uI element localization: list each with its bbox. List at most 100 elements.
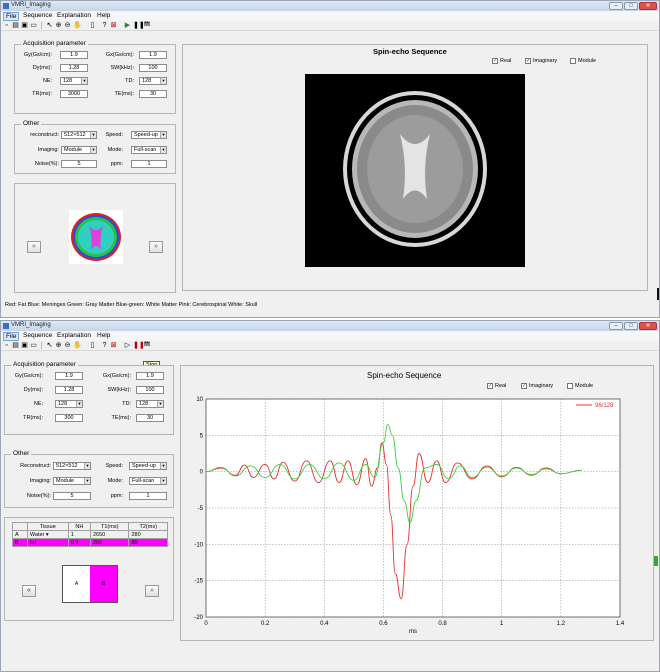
pan-icon[interactable]: ✋ <box>73 22 82 29</box>
menu-file[interactable]: File <box>3 12 20 21</box>
zoom-out-icon[interactable]: ⊖ <box>64 342 71 349</box>
ppm-input[interactable]: 1 <box>131 160 167 168</box>
sw-input[interactable]: 100 <box>139 64 167 72</box>
pointer-icon[interactable]: ↖ <box>46 22 53 29</box>
td-select[interactable]: 128 ▼ <box>139 77 167 85</box>
maximize-button[interactable]: □ <box>624 2 638 10</box>
help-icon[interactable]: ? <box>101 22 108 29</box>
acquisition-title: Acquisition parameter <box>11 361 78 368</box>
dy-input[interactable]: 1.28 <box>55 386 83 394</box>
nh-cell[interactable]: 0.9 <box>67 538 91 547</box>
table-row[interactable]: B fat 0.9 260 80 <box>12 538 168 547</box>
table-row[interactable]: A Water ▾ 1 2650 280 <box>12 530 168 539</box>
gy-input[interactable]: 1.9 <box>55 372 83 380</box>
page-icon[interactable]: ▯ <box>89 22 96 29</box>
mode-select[interactable]: Full-scan ▼ <box>129 477 167 485</box>
minimize-button[interactable]: – <box>609 322 623 330</box>
minimize-button[interactable]: – <box>609 2 623 10</box>
new-icon[interactable]: ▫ <box>3 22 10 29</box>
help-icon[interactable]: ? <box>101 342 108 349</box>
menu-sequence[interactable]: Sequence <box>21 12 54 19</box>
reconstruct-select[interactable]: 512×512 ▼ <box>61 131 97 139</box>
run-icon[interactable]: ▷ <box>124 342 131 349</box>
imaginary-checkbox[interactable]: ✓ Imaginary <box>521 383 553 389</box>
menu-help[interactable]: Help <box>95 332 112 339</box>
open-icon[interactable]: ▤ <box>12 342 19 349</box>
next-button[interactable]: » <box>149 241 163 253</box>
gx-input[interactable]: 1.9 <box>139 51 167 59</box>
next-button[interactable]: » <box>145 585 159 597</box>
t1-cell[interactable]: 2650 <box>89 530 130 539</box>
close-button[interactable]: ✕ <box>639 2 657 10</box>
pointer-icon[interactable]: ↖ <box>46 342 53 349</box>
reconstruct-select[interactable]: 512×512 ▼ <box>53 462 91 470</box>
real-checkbox[interactable]: ✓ Real <box>492 58 511 64</box>
stop-icon[interactable]: ❚❚ <box>133 342 145 349</box>
fft-button[interactable]: fft <box>142 342 152 349</box>
t1-cell[interactable]: 260 <box>89 538 130 547</box>
chevron-down-icon: ▼ <box>76 401 82 407</box>
app-icon <box>3 3 9 9</box>
new-icon[interactable]: ▫ <box>3 342 10 349</box>
x-tick-label: 1.4 <box>616 621 625 627</box>
save-icon[interactable]: ▣ <box>21 342 28 349</box>
close-button[interactable]: ✕ <box>639 322 657 330</box>
imaging-select[interactable]: Module ▼ <box>53 477 91 485</box>
speed-select[interactable]: Speed-up ▼ <box>129 462 167 470</box>
imaging-select[interactable]: Module ▼ <box>61 146 97 154</box>
ne-select[interactable]: 128 ▼ <box>60 77 88 85</box>
mode-select[interactable]: Full-scan ▼ <box>131 146 167 154</box>
print-icon[interactable]: ▭ <box>30 22 37 29</box>
fft-button[interactable]: fft <box>142 22 152 29</box>
print-icon[interactable]: ▭ <box>30 342 37 349</box>
maximize-button[interactable]: □ <box>624 322 638 330</box>
tr-input[interactable]: 3000 <box>60 90 88 98</box>
zoom-out-icon[interactable]: ⊖ <box>64 22 71 29</box>
gx-input[interactable]: 1.9 <box>136 372 164 380</box>
menu-file[interactable]: File <box>3 332 20 341</box>
record-icon[interactable]: ⊠ <box>110 342 117 349</box>
te-input[interactable]: 30 <box>139 90 167 98</box>
toolbar: ▫ ▤ ▣ ▭ ↖ ⊕ ⊖ ✋ ▯ ? ⊠ ▷ ❚❚ fft <box>1 341 659 351</box>
open-icon[interactable]: ▤ <box>12 22 19 29</box>
imaginary-checkbox[interactable]: ✓ Imaginary <box>525 58 557 64</box>
tr-input[interactable]: 300 <box>55 414 83 422</box>
phantom-panel: « » <box>14 183 176 293</box>
t2-cell[interactable]: 80 <box>128 538 168 547</box>
speed-select[interactable]: Speed-up ▼ <box>131 131 167 139</box>
module-checkbox[interactable]: Module <box>567 383 593 389</box>
page-icon[interactable]: ▯ <box>89 342 96 349</box>
tissue-select[interactable]: Water ▾ <box>26 530 69 539</box>
ne-label: NE: <box>33 401 43 407</box>
previous-button[interactable]: « <box>22 585 36 597</box>
scroll-indicator[interactable] <box>654 556 658 566</box>
sw-input[interactable]: 100 <box>136 386 164 394</box>
noise-input[interactable]: 5 <box>53 492 91 500</box>
td-select[interactable]: 128 ▼ <box>136 400 164 408</box>
tissue-swatch[interactable]: A B <box>62 565 118 603</box>
record-icon[interactable]: ⊠ <box>110 22 117 29</box>
noise-input[interactable]: 5 <box>61 160 97 168</box>
pan-icon[interactable]: ✋ <box>73 342 82 349</box>
menu-help[interactable]: Help <box>95 12 112 19</box>
save-icon[interactable]: ▣ <box>21 22 28 29</box>
run-icon[interactable]: ▶ <box>124 22 131 29</box>
previous-button[interactable]: « <box>27 241 41 253</box>
ppm-label: ppm: <box>110 493 123 499</box>
gy-input[interactable]: 1.9 <box>60 51 88 59</box>
module-checkbox[interactable]: Module <box>570 58 596 64</box>
tissue-select[interactable]: fat <box>26 538 69 547</box>
real-checkbox[interactable]: ✓ Real <box>487 383 506 389</box>
zoom-in-icon[interactable]: ⊕ <box>55 342 62 349</box>
zoom-in-icon[interactable]: ⊕ <box>55 22 62 29</box>
menu-explanation[interactable]: Explanation <box>55 12 93 19</box>
dy-input[interactable]: 1.28 <box>60 64 88 72</box>
te-input[interactable]: 30 <box>136 414 164 422</box>
ppm-input[interactable]: 1 <box>129 492 167 500</box>
nh-cell[interactable]: 1 <box>67 530 91 539</box>
ne-select[interactable]: 128 ▼ <box>55 400 83 408</box>
menu-explanation[interactable]: Explanation <box>55 332 93 339</box>
pause-icon[interactable]: ❚❚ <box>133 22 145 29</box>
menu-sequence[interactable]: Sequence <box>21 332 54 339</box>
t2-cell[interactable]: 280 <box>128 530 168 539</box>
